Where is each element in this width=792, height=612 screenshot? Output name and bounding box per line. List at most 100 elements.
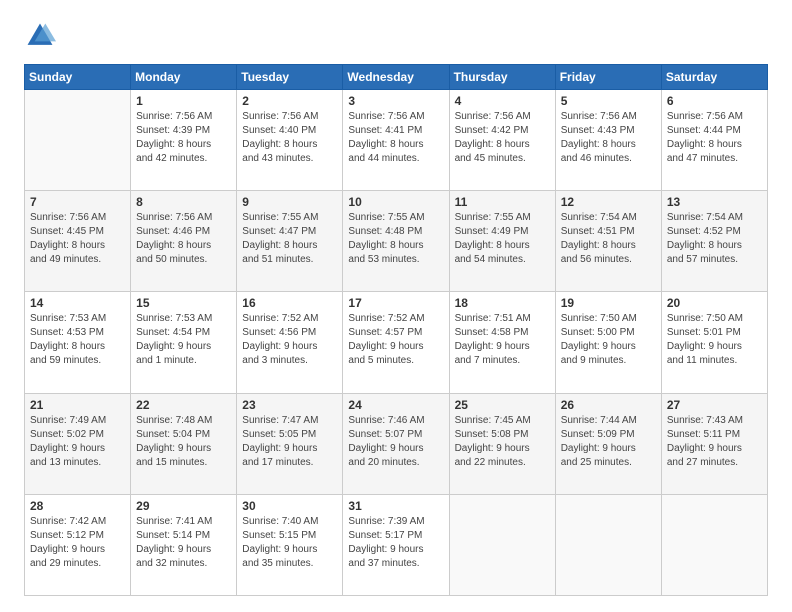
- day-number: 12: [561, 195, 656, 209]
- weekday-header-saturday: Saturday: [661, 65, 767, 90]
- day-info: Sunrise: 7:53 AM Sunset: 4:54 PM Dayligh…: [136, 312, 231, 368]
- day-info: Sunrise: 7:47 AM Sunset: 5:05 PM Dayligh…: [242, 414, 337, 470]
- calendar-cell: 9Sunrise: 7:55 AM Sunset: 4:47 PM Daylig…: [237, 191, 343, 292]
- day-info: Sunrise: 7:56 AM Sunset: 4:45 PM Dayligh…: [30, 211, 125, 267]
- calendar-cell: 23 Sunrise: 7:47 AM Sunset: 5:05 PM Dayli…: [237, 393, 343, 494]
- calendar-cell: 11 Sunrise: 7:55 AM Sunset: 4:49 PM Dayli…: [449, 191, 555, 292]
- day-number: 20: [667, 296, 762, 310]
- calendar-week-3: 21 Sunrise: 7:49 AM Sunset: 5:02 PM Dayli…: [25, 393, 768, 494]
- calendar-cell: 24 Sunrise: 7:46 AM Sunset: 5:07 PM Dayli…: [343, 393, 449, 494]
- day-info: Sunrise: 7:42 AM Sunset: 5:12 PM Dayligh…: [30, 515, 125, 571]
- calendar-cell: 20 Sunrise: 7:50 AM Sunset: 5:01 PM Dayli…: [661, 292, 767, 393]
- day-number: 26: [561, 398, 656, 412]
- day-info: Sunrise: 7:55 AM Sunset: 4:49 PM Dayligh…: [455, 211, 550, 267]
- day-number: 24: [348, 398, 443, 412]
- weekday-header-friday: Friday: [555, 65, 661, 90]
- day-info: Sunrise: 7:52 AM Sunset: 4:57 PM Dayligh…: [348, 312, 443, 368]
- day-number: 17: [348, 296, 443, 310]
- calendar-cell: [555, 494, 661, 595]
- calendar-cell: 30 Sunrise: 7:40 AM Sunset: 5:15 PM Dayli…: [237, 494, 343, 595]
- header: [24, 20, 768, 52]
- day-info: Sunrise: 7:46 AM Sunset: 5:07 PM Dayligh…: [348, 414, 443, 470]
- calendar-cell: 25 Sunrise: 7:45 AM Sunset: 5:08 PM Dayli…: [449, 393, 555, 494]
- day-info: Sunrise: 7:56 AM Sunset: 4:44 PM Dayligh…: [667, 110, 762, 166]
- calendar-cell: 26 Sunrise: 7:44 AM Sunset: 5:09 PM Dayli…: [555, 393, 661, 494]
- calendar-week-0: 1 Sunrise: 7:56 AM Sunset: 4:39 PM Daylig…: [25, 90, 768, 191]
- day-number: 19: [561, 296, 656, 310]
- calendar-cell: 8Sunrise: 7:56 AM Sunset: 4:46 PM Daylig…: [131, 191, 237, 292]
- weekday-header-tuesday: Tuesday: [237, 65, 343, 90]
- calendar-cell: 22Sunrise: 7:48 AM Sunset: 5:04 PM Dayli…: [131, 393, 237, 494]
- day-info: Sunrise: 7:55 AM Sunset: 4:48 PM Dayligh…: [348, 211, 443, 267]
- day-number: 25: [455, 398, 550, 412]
- weekday-header-wednesday: Wednesday: [343, 65, 449, 90]
- day-number: 21: [30, 398, 125, 412]
- day-info: Sunrise: 7:50 AM Sunset: 5:00 PM Dayligh…: [561, 312, 656, 368]
- day-number: 16: [242, 296, 337, 310]
- logo-icon: [24, 20, 56, 52]
- calendar-cell: 7Sunrise: 7:56 AM Sunset: 4:45 PM Daylig…: [25, 191, 131, 292]
- day-info: Sunrise: 7:56 AM Sunset: 4:43 PM Dayligh…: [561, 110, 656, 166]
- calendar-cell: [25, 90, 131, 191]
- calendar-cell: 6 Sunrise: 7:56 AM Sunset: 4:44 PM Daylig…: [661, 90, 767, 191]
- day-info: Sunrise: 7:49 AM Sunset: 5:02 PM Dayligh…: [30, 414, 125, 470]
- calendar-cell: 12 Sunrise: 7:54 AM Sunset: 4:51 PM Dayli…: [555, 191, 661, 292]
- day-number: 1: [136, 94, 231, 108]
- logo: [24, 20, 60, 52]
- day-number: 8: [136, 195, 231, 209]
- calendar-cell: 29 Sunrise: 7:41 AM Sunset: 5:14 PM Dayli…: [131, 494, 237, 595]
- day-info: Sunrise: 7:44 AM Sunset: 5:09 PM Dayligh…: [561, 414, 656, 470]
- weekday-header-thursday: Thursday: [449, 65, 555, 90]
- calendar-cell: 21 Sunrise: 7:49 AM Sunset: 5:02 PM Dayli…: [25, 393, 131, 494]
- weekday-header-sunday: Sunday: [25, 65, 131, 90]
- page: SundayMondayTuesdayWednesdayThursdayFrid…: [0, 0, 792, 612]
- calendar-cell: 4 Sunrise: 7:56 AM Sunset: 4:42 PM Daylig…: [449, 90, 555, 191]
- day-info: Sunrise: 7:53 AM Sunset: 4:53 PM Dayligh…: [30, 312, 125, 368]
- day-info: Sunrise: 7:50 AM Sunset: 5:01 PM Dayligh…: [667, 312, 762, 368]
- day-number: 9: [242, 195, 337, 209]
- calendar-cell: 13Sunrise: 7:54 AM Sunset: 4:52 PM Dayli…: [661, 191, 767, 292]
- day-info: Sunrise: 7:41 AM Sunset: 5:14 PM Dayligh…: [136, 515, 231, 571]
- calendar-cell: 15 Sunrise: 7:53 AM Sunset: 4:54 PM Dayli…: [131, 292, 237, 393]
- calendar-cell: 28 Sunrise: 7:42 AM Sunset: 5:12 PM Dayli…: [25, 494, 131, 595]
- day-number: 2: [242, 94, 337, 108]
- calendar-cell: 10 Sunrise: 7:55 AM Sunset: 4:48 PM Dayli…: [343, 191, 449, 292]
- calendar-cell: 31 Sunrise: 7:39 AM Sunset: 5:17 PM Dayli…: [343, 494, 449, 595]
- calendar-cell: 1 Sunrise: 7:56 AM Sunset: 4:39 PM Daylig…: [131, 90, 237, 191]
- day-number: 29: [136, 499, 231, 513]
- day-number: 3: [348, 94, 443, 108]
- day-number: 18: [455, 296, 550, 310]
- calendar-cell: 19 Sunrise: 7:50 AM Sunset: 5:00 PM Dayli…: [555, 292, 661, 393]
- day-info: Sunrise: 7:56 AM Sunset: 4:42 PM Dayligh…: [455, 110, 550, 166]
- calendar-week-4: 28 Sunrise: 7:42 AM Sunset: 5:12 PM Dayli…: [25, 494, 768, 595]
- day-number: 10: [348, 195, 443, 209]
- calendar-cell: 18Sunrise: 7:51 AM Sunset: 4:58 PM Dayli…: [449, 292, 555, 393]
- day-number: 4: [455, 94, 550, 108]
- calendar-table: SundayMondayTuesdayWednesdayThursdayFrid…: [24, 64, 768, 596]
- day-info: Sunrise: 7:56 AM Sunset: 4:39 PM Dayligh…: [136, 110, 231, 166]
- day-info: Sunrise: 7:56 AM Sunset: 4:40 PM Dayligh…: [242, 110, 337, 166]
- calendar-week-2: 14Sunrise: 7:53 AM Sunset: 4:53 PM Dayli…: [25, 292, 768, 393]
- day-number: 11: [455, 195, 550, 209]
- day-number: 28: [30, 499, 125, 513]
- day-number: 31: [348, 499, 443, 513]
- calendar-cell: [661, 494, 767, 595]
- calendar-cell: [449, 494, 555, 595]
- day-info: Sunrise: 7:54 AM Sunset: 4:51 PM Dayligh…: [561, 211, 656, 267]
- calendar-cell: 3 Sunrise: 7:56 AM Sunset: 4:41 PM Daylig…: [343, 90, 449, 191]
- day-info: Sunrise: 7:52 AM Sunset: 4:56 PM Dayligh…: [242, 312, 337, 368]
- calendar-cell: 16 Sunrise: 7:52 AM Sunset: 4:56 PM Dayli…: [237, 292, 343, 393]
- day-number: 15: [136, 296, 231, 310]
- day-info: Sunrise: 7:56 AM Sunset: 4:41 PM Dayligh…: [348, 110, 443, 166]
- day-number: 23: [242, 398, 337, 412]
- day-info: Sunrise: 7:39 AM Sunset: 5:17 PM Dayligh…: [348, 515, 443, 571]
- day-info: Sunrise: 7:45 AM Sunset: 5:08 PM Dayligh…: [455, 414, 550, 470]
- day-number: 6: [667, 94, 762, 108]
- weekday-header-row: SundayMondayTuesdayWednesdayThursdayFrid…: [25, 65, 768, 90]
- weekday-header-monday: Monday: [131, 65, 237, 90]
- day-info: Sunrise: 7:40 AM Sunset: 5:15 PM Dayligh…: [242, 515, 337, 571]
- calendar-cell: 17 Sunrise: 7:52 AM Sunset: 4:57 PM Dayli…: [343, 292, 449, 393]
- calendar-cell: 27Sunrise: 7:43 AM Sunset: 5:11 PM Dayli…: [661, 393, 767, 494]
- day-info: Sunrise: 7:48 AM Sunset: 5:04 PM Dayligh…: [136, 414, 231, 470]
- day-number: 30: [242, 499, 337, 513]
